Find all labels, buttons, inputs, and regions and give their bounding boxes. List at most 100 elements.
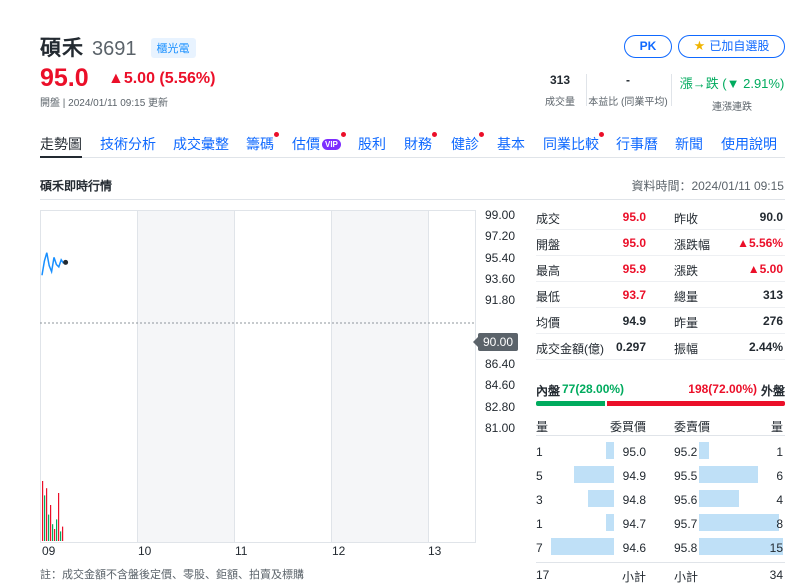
pk-button[interactable]: PK bbox=[624, 35, 672, 58]
tab-label: 走勢圖 bbox=[40, 136, 82, 152]
tab-news[interactable]: 新聞 bbox=[675, 134, 703, 154]
sector-tag[interactable]: 櫃光電 bbox=[150, 38, 196, 58]
volume-bar bbox=[46, 488, 48, 541]
bid-price: 94.6 bbox=[622, 541, 646, 555]
ask-volume-bar bbox=[699, 514, 779, 531]
tab-trades[interactable]: 成交彙整 bbox=[173, 134, 229, 154]
orderbook-header: 量 委買價 委賣價 量 bbox=[536, 416, 785, 436]
watchlist-button[interactable]: ★ 已加自選股 bbox=[678, 35, 785, 58]
tab-bar: 走勢圖 技術分析 成交彙整 籌碼 估價 VIP 股利 財務 健診 基本 同業比較 … bbox=[40, 128, 785, 158]
stock-code: 3691 bbox=[92, 38, 137, 60]
divider bbox=[671, 74, 672, 106]
current-price: 95.0 bbox=[40, 64, 89, 92]
bid-volume-bar bbox=[606, 442, 614, 459]
tab-label: 股利 bbox=[358, 136, 386, 152]
inner-bar bbox=[536, 401, 605, 406]
bid-volume-bar bbox=[588, 490, 614, 507]
stock-name: 碩禾 bbox=[40, 37, 84, 60]
inner-outer-bar bbox=[536, 401, 785, 406]
stat-label: 連漲連跌 bbox=[712, 102, 752, 113]
quote-label: 成交 bbox=[536, 212, 561, 226]
volume-bar bbox=[52, 524, 54, 541]
data-timestamp: 資料時間：2024/01/11 09:15 bbox=[631, 179, 784, 193]
tab-technical[interactable]: 技術分析 bbox=[100, 134, 156, 154]
tab-label: 同業比較 bbox=[543, 136, 599, 152]
bid-volume-bar bbox=[574, 466, 614, 483]
bid-total: 17 bbox=[536, 568, 550, 582]
tab-peers[interactable]: 同業比較 bbox=[543, 132, 604, 154]
y-axis-label: 99.00 bbox=[485, 208, 516, 222]
tab-calendar[interactable]: 行事曆 bbox=[616, 134, 658, 154]
intraday-chart[interactable] bbox=[40, 210, 476, 543]
quote-label: 昨量 bbox=[674, 316, 699, 330]
quote-value: 95.0 bbox=[622, 210, 646, 224]
ask-price: 95.6 bbox=[674, 493, 698, 507]
stat-label: 成交量 bbox=[545, 97, 575, 108]
orderbook-row: 5 94.9 95.5 6 bbox=[536, 464, 785, 488]
quote-value: 94.9 bbox=[622, 314, 646, 328]
ask-price: 95.8 bbox=[674, 541, 698, 555]
bid-volume-bar bbox=[606, 514, 614, 531]
star-icon: ★ bbox=[693, 38, 706, 53]
reference-price-marker: 90.00 bbox=[473, 333, 518, 351]
last-price-dot bbox=[63, 259, 69, 265]
volume-bar bbox=[48, 514, 50, 541]
bid-price: 95.0 bbox=[622, 445, 646, 459]
ask-qty: 15 bbox=[769, 541, 783, 555]
ask-qty: 1 bbox=[776, 445, 783, 459]
x-axis-label: 12 bbox=[332, 544, 346, 558]
tab-help[interactable]: 使用說明 bbox=[721, 134, 777, 154]
quote-row: 最高 95.9 漲跌 ▲5.00 bbox=[536, 256, 785, 282]
bid-qty: 1 bbox=[536, 517, 543, 531]
notification-dot bbox=[274, 132, 279, 137]
divider bbox=[40, 199, 785, 200]
tab-trend[interactable]: 走勢圖 bbox=[40, 134, 82, 158]
tab-health[interactable]: 健診 bbox=[451, 132, 484, 154]
tab-dividends[interactable]: 股利 bbox=[358, 134, 386, 154]
market-status: 開盤 | 2024/01/11 09:15 更新 bbox=[40, 98, 169, 109]
volume-bar bbox=[44, 495, 46, 541]
quote-row: 開盤 95.0 漲跌幅 ▲5.56% bbox=[536, 230, 785, 256]
ask-price: 95.7 bbox=[674, 517, 698, 531]
orderbook-footer: 17 小計 小計 34 bbox=[536, 562, 785, 584]
quote-value: ▲5.00 bbox=[747, 262, 783, 276]
stat-value: - bbox=[626, 73, 630, 87]
ask-volume-bar bbox=[699, 466, 758, 483]
quote-label: 昨收 bbox=[674, 212, 699, 226]
quote-label: 最低 bbox=[536, 290, 561, 304]
volume-bar bbox=[58, 493, 60, 541]
bid-price: 94.9 bbox=[622, 469, 646, 483]
quote-value: 95.9 bbox=[622, 262, 646, 276]
chart-band bbox=[137, 210, 234, 543]
tab-valuation[interactable]: 估價 VIP bbox=[292, 132, 346, 154]
ask-price: 95.5 bbox=[674, 469, 698, 483]
volume-bar bbox=[42, 481, 44, 541]
tab-label: 行事曆 bbox=[616, 136, 658, 152]
tab-label: 成交彙整 bbox=[173, 136, 229, 152]
ask-qty: 8 bbox=[776, 517, 783, 531]
y-axis-label: 93.60 bbox=[485, 271, 516, 286]
inner-label: 內盤 bbox=[536, 384, 561, 398]
ask-total: 34 bbox=[769, 568, 783, 582]
quote-row: 最低 93.7 總量 313 bbox=[536, 282, 785, 308]
bid-subtotal-label: 小計 bbox=[621, 570, 646, 584]
ask-qty: 6 bbox=[776, 469, 783, 483]
tab-label: 基本 bbox=[497, 136, 525, 152]
stat-pe: - 本益比 (同業平均) bbox=[588, 73, 668, 108]
tab-chips[interactable]: 籌碼 bbox=[246, 132, 279, 154]
tab-label: 籌碼 bbox=[246, 136, 274, 152]
bid-price: 94.7 bbox=[622, 517, 646, 531]
quote-value: ▲5.56% bbox=[737, 236, 783, 250]
stat-value: 313 bbox=[549, 73, 571, 87]
notification-dot bbox=[340, 132, 346, 137]
divider bbox=[586, 74, 587, 106]
stat-label: 本益比 (同業平均) bbox=[588, 97, 668, 108]
quote-value: 93.7 bbox=[622, 288, 646, 302]
quote-value: 313 bbox=[762, 288, 783, 302]
x-axis-label: 09 bbox=[42, 544, 56, 558]
tab-financials[interactable]: 財務 bbox=[404, 132, 437, 154]
chart-band bbox=[234, 210, 331, 543]
quote-label: 振幅 bbox=[674, 342, 699, 356]
orderbook-row: 1 94.7 95.7 8 bbox=[536, 512, 785, 536]
tab-basic[interactable]: 基本 bbox=[497, 134, 525, 154]
